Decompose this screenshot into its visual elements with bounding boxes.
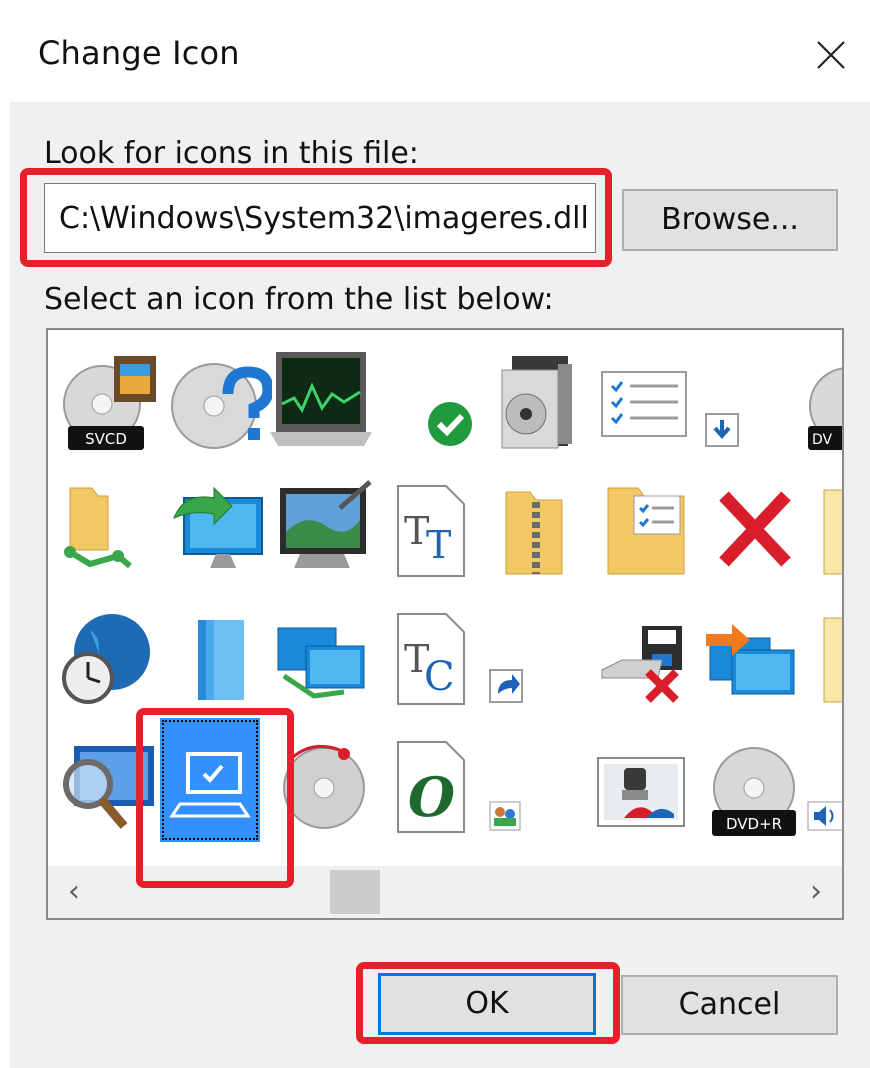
opentype-font-icon[interactable]: O [378, 718, 488, 842]
remote-computer-icon[interactable] [702, 590, 812, 714]
scroll-thumb[interactable] [330, 870, 380, 914]
scanner-picture-icon[interactable] [594, 718, 704, 842]
zip-folder-icon[interactable] [486, 462, 596, 586]
font-tt-icon[interactable]: T T [378, 462, 488, 586]
file-path-input[interactable] [44, 183, 596, 253]
scroll-left-icon[interactable]: ‹ [48, 866, 100, 918]
green-check-icon[interactable] [378, 334, 488, 458]
disc-question-icon[interactable] [162, 334, 272, 458]
computer-monitor-check-icon[interactable] [160, 718, 260, 842]
speaker-icon[interactable] [804, 718, 842, 842]
shortcut-arrow-icon[interactable] [486, 590, 596, 714]
disc-red-icon[interactable] [270, 718, 380, 842]
tc-glyph-2: C [424, 654, 455, 700]
icon-list[interactable]: SVCD DV T T T C O DVD+R ‹ › [46, 328, 844, 920]
drive-remove-icon[interactable] [594, 590, 704, 714]
close-icon[interactable] [806, 30, 854, 78]
network-computers-icon[interactable] [270, 590, 380, 714]
cancel-button[interactable]: Cancel [621, 975, 838, 1035]
dvdr-badge-text: DVD+R [726, 815, 782, 833]
red-x-icon[interactable] [702, 462, 812, 586]
scroll-right-icon[interactable]: › [790, 866, 842, 918]
o-glyph: O [408, 765, 455, 829]
font-tc-icon[interactable]: T C [378, 590, 488, 714]
media-player-icon[interactable] [486, 334, 596, 458]
stacked-books-icon[interactable] [162, 590, 272, 714]
network-folder-icon[interactable] [54, 462, 164, 586]
computer-restore-icon[interactable] [162, 462, 272, 586]
users-small-icon[interactable] [486, 718, 596, 842]
icon-list-label: Select an icon from the list below: [44, 282, 554, 317]
system-monitor-icon[interactable] [270, 334, 380, 458]
task-folder-icon[interactable] [594, 462, 704, 586]
svcd-badge-text: SVCD [85, 430, 127, 448]
dialog-title: Change Icon [38, 34, 240, 72]
dvd-disc-icon[interactable]: DV [804, 334, 842, 458]
horizontal-scrollbar[interactable]: ‹ › [48, 866, 842, 918]
svcd-disc-icon[interactable]: SVCD [54, 334, 164, 458]
checklist-icon[interactable] [594, 334, 704, 458]
globe-clock-icon[interactable] [54, 590, 164, 714]
browse-button[interactable]: Browse... [622, 189, 838, 251]
ok-button[interactable]: OK [378, 973, 596, 1035]
file-label: Look for icons in this file: [44, 136, 419, 171]
folder-edge-icon[interactable] [818, 462, 842, 586]
display-settings-icon[interactable] [270, 462, 380, 586]
dvd-badge-text: DV [812, 432, 833, 448]
download-arrow-icon[interactable] [702, 334, 812, 458]
folder-edge-icon-2[interactable] [818, 590, 842, 714]
tt-glyph-2: T [426, 523, 451, 567]
magnifier-computer-icon[interactable] [54, 718, 164, 842]
dvd-r-disc-icon[interactable]: DVD+R [702, 718, 812, 842]
